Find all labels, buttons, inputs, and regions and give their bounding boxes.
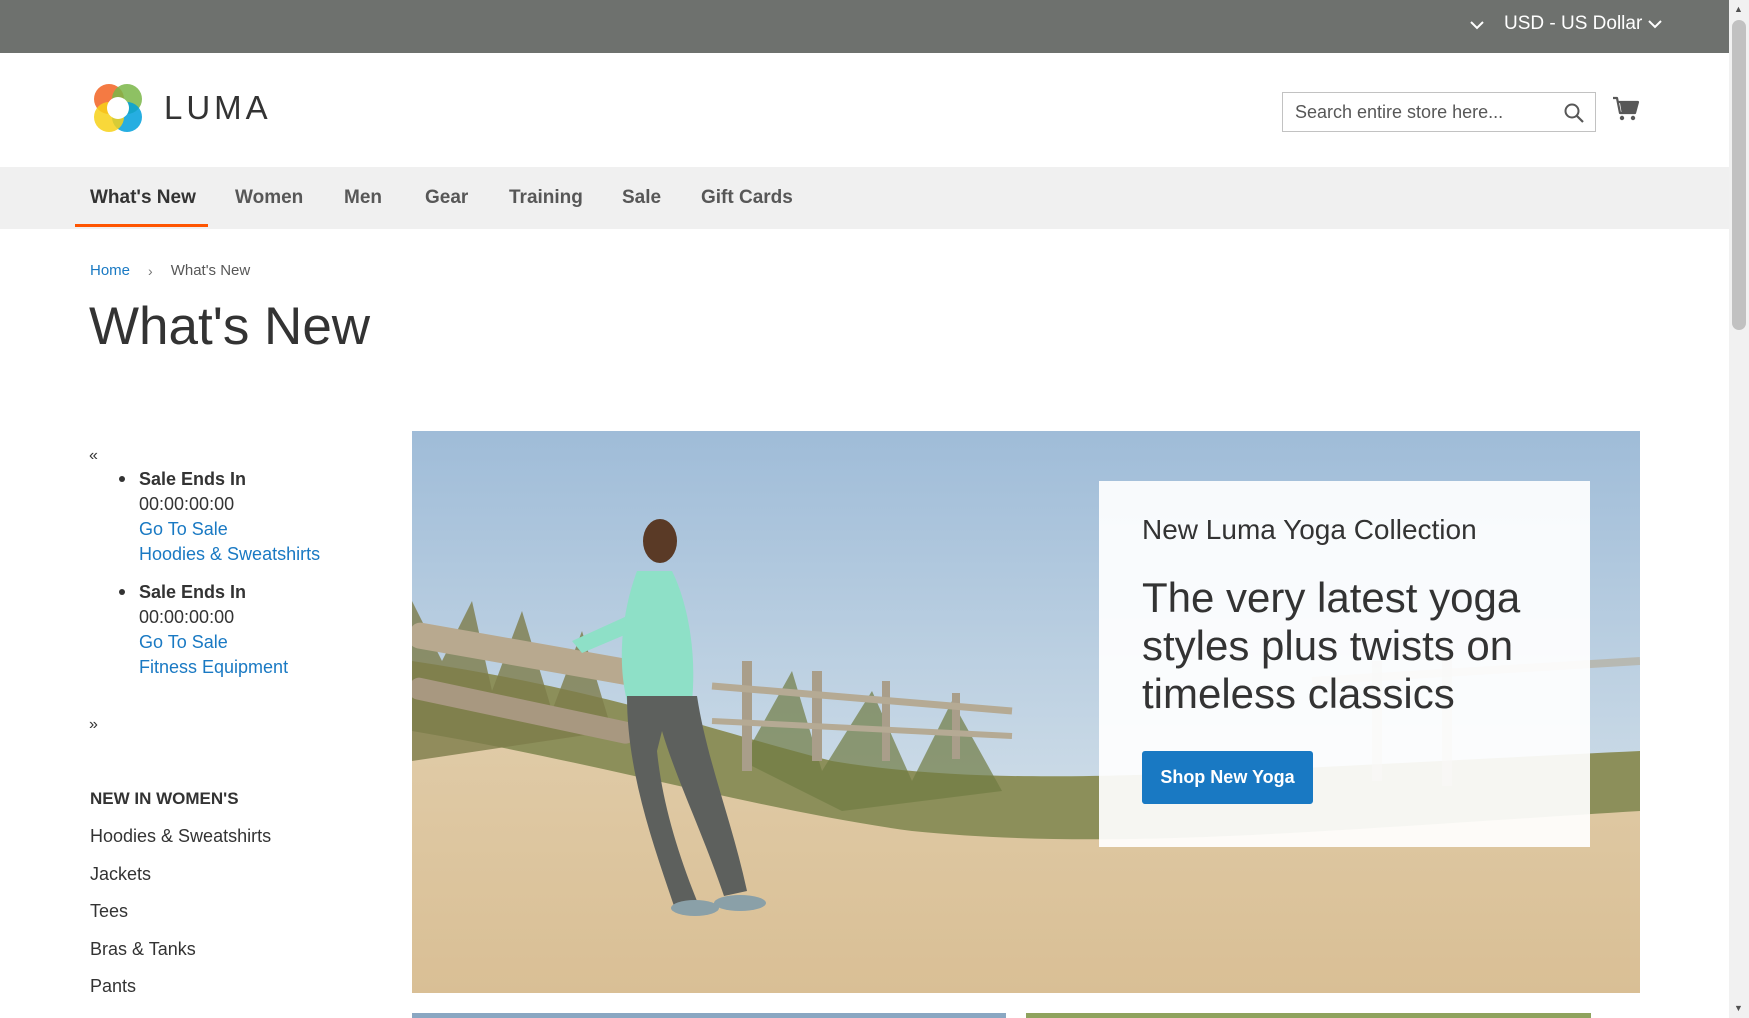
promo-box: New Luma Yoga Collection The very latest… xyxy=(1099,481,1590,847)
new-in-womens-title: NEW IN WOMEN'S xyxy=(90,789,239,808)
promo-tile-left[interactable] xyxy=(412,1013,1006,1018)
carousel-next-button[interactable]: » xyxy=(89,716,98,734)
nav-item-sale[interactable]: Sale xyxy=(622,187,661,209)
shop-new-yoga-button[interactable]: Shop New Yoga xyxy=(1142,751,1313,804)
currency-switcher[interactable]: USD - US Dollar xyxy=(1504,13,1663,35)
bullet-icon xyxy=(119,589,125,595)
nav-item-women[interactable]: Women xyxy=(235,187,303,209)
breadcrumb-current: What's New xyxy=(170,262,251,279)
new-in-item[interactable]: Hoodies & Sweatshirts xyxy=(90,823,271,861)
sale-timer: 00:00:00:00 xyxy=(139,607,235,627)
scroll-up-icon[interactable]: ▲ xyxy=(1734,4,1743,14)
new-in-womens-list: Hoodies & Sweatshirts Jackets Tees Bras … xyxy=(90,823,271,1011)
promo-headline: The very latest yoga styles plus twists … xyxy=(1142,574,1521,717)
logo-text: LUMA xyxy=(164,89,272,126)
nav-item-gift-cards[interactable]: Gift Cards xyxy=(701,187,793,209)
new-in-item[interactable]: Bras & Tanks xyxy=(90,936,271,974)
breadcrumb-separator: › xyxy=(148,262,153,279)
bullet-icon xyxy=(119,476,125,482)
sale-title: Sale Ends In xyxy=(139,582,247,602)
scroll-down-icon[interactable]: ▼ xyxy=(1734,1003,1743,1013)
nav-item-men[interactable]: Men xyxy=(344,187,382,209)
active-nav-indicator xyxy=(75,224,208,227)
page-title: What's New xyxy=(89,297,371,356)
top-panel: USD - US Dollar xyxy=(0,0,1729,53)
carousel-prev-button[interactable]: « xyxy=(89,447,98,465)
breadcrumb: Home › What's New xyxy=(90,262,250,279)
go-to-sale-link[interactable]: Go To Sale xyxy=(139,517,320,542)
sale-item: Sale Ends In 00:00:00:00 Go To Sale Fitn… xyxy=(119,580,288,680)
promo-subtitle: New Luma Yoga Collection xyxy=(1142,514,1477,545)
chevron-down-icon[interactable] xyxy=(1470,17,1484,33)
vertical-scrollbar[interactable]: ▲ ▼ xyxy=(1729,0,1749,1018)
sale-title: Sale Ends In xyxy=(139,469,247,489)
sale-category-link[interactable]: Fitness Equipment xyxy=(139,655,288,680)
luma-logo-icon xyxy=(94,84,142,132)
sale-item: Sale Ends In 00:00:00:00 Go To Sale Hood… xyxy=(119,467,320,567)
cart-icon[interactable] xyxy=(1612,95,1640,123)
nav-item-gear[interactable]: Gear xyxy=(425,187,468,209)
sale-timer: 00:00:00:00 xyxy=(139,494,235,514)
main-navigation: What's New Women Men Gear Training Sale … xyxy=(0,167,1729,229)
new-in-item[interactable]: Jackets xyxy=(90,861,271,899)
chevron-down-icon xyxy=(1648,20,1663,29)
new-in-item[interactable]: Pants xyxy=(90,973,271,1011)
promo-tile-right[interactable] xyxy=(1026,1013,1591,1018)
sale-category-link[interactable]: Hoodies & Sweatshirts xyxy=(139,542,320,567)
search-input[interactable] xyxy=(1283,93,1543,131)
logo[interactable]: LUMA xyxy=(90,80,272,136)
currency-label: USD - US Dollar xyxy=(1504,13,1643,34)
nav-item-whats-new[interactable]: What's New xyxy=(90,187,196,209)
breadcrumb-home[interactable]: Home xyxy=(90,262,130,279)
scrollbar-thumb[interactable] xyxy=(1732,20,1746,330)
nav-item-training[interactable]: Training xyxy=(509,187,583,209)
search-icon[interactable] xyxy=(1563,102,1585,124)
search-box[interactable] xyxy=(1282,92,1596,132)
hero-banner[interactable]: New Luma Yoga Collection The very latest… xyxy=(412,431,1640,993)
go-to-sale-link[interactable]: Go To Sale xyxy=(139,630,288,655)
new-in-item[interactable]: Tees xyxy=(90,898,271,936)
